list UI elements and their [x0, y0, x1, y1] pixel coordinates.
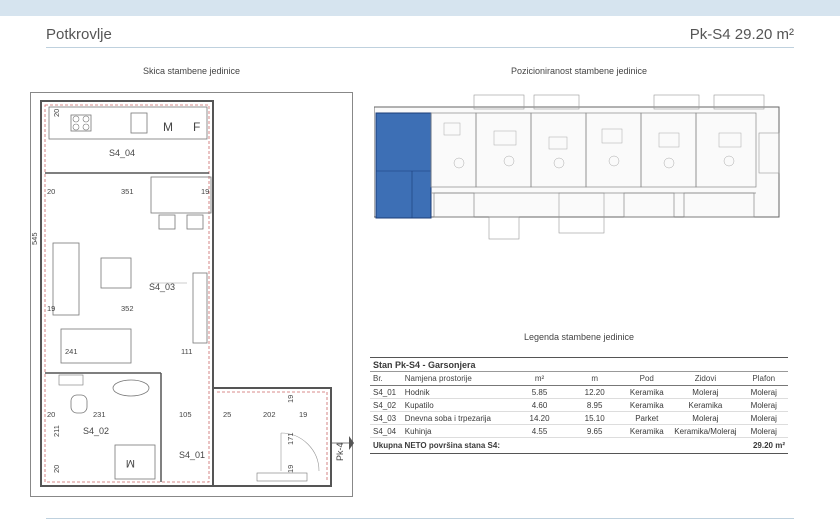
- cell-walls: Moleraj: [671, 385, 740, 399]
- cell-perimeter: 8.95: [567, 398, 623, 412]
- cell-purpose: Kupatilo: [401, 398, 512, 412]
- dim-label: 241: [65, 347, 78, 356]
- room-label-s4-04: S4_04: [109, 148, 135, 158]
- col-header: Pod: [622, 371, 672, 386]
- table-total-row: Ukupna NETO površina stana S4: 29.20 m²: [370, 437, 788, 454]
- cell-id: S4_03: [370, 411, 402, 425]
- dim-label: 202: [263, 410, 276, 419]
- cell-ceiling: Moleraj: [739, 398, 788, 412]
- dim-label: 211: [52, 425, 61, 437]
- room-label-s4-02: S4_02: [83, 426, 109, 436]
- cell-floor: Keramika: [622, 398, 672, 412]
- floor-title: Potkrovlje: [46, 26, 112, 43]
- dim-label: 111: [181, 347, 192, 356]
- cell-ceiling: Moleraj: [739, 385, 788, 399]
- col-header: Namjena prostorije: [401, 371, 512, 386]
- cell-floor: Keramika: [622, 385, 672, 399]
- cell-id: S4_01: [370, 385, 402, 399]
- floor-plan-drawing: S4_04 S4_03 S4_02 S4_01 M F M Pk-4 20 35…: [31, 100, 354, 487]
- cell-area: 14.20: [511, 411, 568, 425]
- cell-walls: Moleraj: [671, 411, 740, 425]
- cell-ceiling: Moleraj: [739, 424, 788, 438]
- dim-label: 19: [201, 187, 209, 196]
- floor-position-map: [374, 93, 784, 246]
- total-value: 29.20 m²: [671, 437, 788, 454]
- cell-walls: Keramika: [671, 398, 740, 412]
- cell-floor: Parket: [622, 411, 672, 425]
- dim-label: 231: [93, 410, 106, 419]
- dim-label: 19: [286, 395, 295, 403]
- col-header: m: [567, 371, 623, 386]
- col-header: Br.: [370, 371, 402, 386]
- dim-label: 25: [223, 410, 231, 419]
- cell-id: S4_02: [370, 398, 402, 412]
- cell-walls: Keramika/Moleraj: [671, 424, 740, 438]
- dim-label: 171: [286, 432, 295, 445]
- legend-heading: Legenda stambene jedinice: [523, 332, 635, 342]
- floor-position-drawing: [374, 94, 780, 240]
- total-label: Ukupna NETO površina stana S4:: [370, 437, 672, 454]
- col-header: Plafon: [739, 371, 788, 386]
- header-divider: [46, 47, 794, 48]
- dim-label: 105: [179, 410, 192, 419]
- dim-label: 20: [52, 465, 61, 473]
- cell-area: 5.85: [511, 385, 568, 399]
- mark-pk-4: Pk-4: [335, 442, 345, 461]
- cell-perimeter: 12.20: [567, 385, 623, 399]
- dim-label: 19: [299, 410, 307, 419]
- dim-label: 19: [47, 304, 55, 313]
- top-banner: [0, 0, 840, 16]
- position-heading: Pozicioniranost stambene jedinice: [510, 66, 648, 76]
- table-row: S4_04 Kuhinja 4.55 9.65 Keramika Keramik…: [370, 424, 788, 438]
- cell-floor: Keramika: [622, 424, 672, 438]
- dim-label: 20: [47, 410, 55, 419]
- unit-title: Pk-S4 29.20 m²: [689, 26, 794, 43]
- dim-label: 20: [47, 187, 55, 196]
- table-row: S4_03 Dnevna soba i trpezarija 14.20 15.…: [370, 411, 788, 425]
- cell-perimeter: 15.10: [567, 411, 623, 425]
- table-header-row: Br. Namjena prostorije m² m Pod Zidovi P…: [370, 371, 788, 386]
- table-row: S4_01 Hodnik 5.85 12.20 Keramika Moleraj…: [370, 385, 788, 399]
- cell-area: 4.60: [511, 398, 568, 412]
- mark-m-bath: M: [126, 457, 135, 469]
- col-header: m²: [511, 371, 568, 386]
- cell-purpose: Kuhinja: [401, 424, 512, 438]
- room-label-s4-01: S4_01: [179, 450, 205, 460]
- cell-ceiling: Moleraj: [739, 411, 788, 425]
- cell-purpose: Hodnik: [401, 385, 512, 399]
- room-legend-table: Stan Pk-S4 - Garsonjera Br. Namjena pros…: [370, 357, 788, 454]
- dim-label: 545: [31, 232, 39, 245]
- cell-area: 4.55: [511, 424, 568, 438]
- mark-f: F: [193, 120, 200, 134]
- dim-label: 352: [121, 304, 134, 313]
- cell-perimeter: 9.65: [567, 424, 623, 438]
- dim-label: 20: [52, 109, 61, 117]
- cell-id: S4_04: [370, 424, 402, 438]
- footer-divider: [46, 518, 794, 519]
- cell-purpose: Dnevna soba i trpezarija: [401, 411, 512, 425]
- floor-plan: S4_04 S4_03 S4_02 S4_01 M F M Pk-4 20 35…: [30, 92, 354, 497]
- table-title: Stan Pk-S4 - Garsonjera: [370, 357, 788, 372]
- dim-label: 19: [286, 465, 295, 473]
- mark-m: M: [163, 120, 173, 134]
- dim-label: 351: [121, 187, 134, 196]
- table-row: S4_02 Kupatilo 4.60 8.95 Keramika Kerami…: [370, 398, 788, 412]
- sketch-heading: Skica stambene jedinice: [142, 66, 241, 76]
- col-header: Zidovi: [671, 371, 740, 386]
- room-label-s4-03: S4_03: [149, 282, 175, 292]
